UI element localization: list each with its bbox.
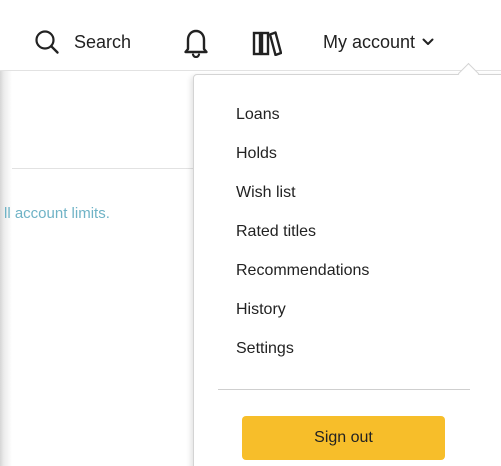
- sign-out-label: Sign out: [314, 429, 373, 446]
- sign-out-button[interactable]: Sign out: [242, 416, 445, 460]
- menu-item-loans[interactable]: Loans: [236, 106, 280, 124]
- menu-item-wish-list[interactable]: Wish list: [236, 184, 296, 202]
- menu-item-recommendations[interactable]: Recommendations: [236, 262, 369, 280]
- page: Search My account ll account limits. Loa: [0, 0, 501, 466]
- menu-divider: [218, 389, 470, 390]
- search-icon: [35, 30, 59, 54]
- books-icon: [252, 31, 283, 57]
- top-header: Search My account: [0, 0, 501, 71]
- notifications-button[interactable]: [183, 28, 209, 59]
- content-divider: [12, 168, 222, 169]
- chevron-down-icon: [422, 38, 434, 45]
- search-button[interactable]: Search: [34, 26, 131, 58]
- library-button[interactable]: [252, 30, 283, 57]
- menu-item-history[interactable]: History: [236, 301, 286, 319]
- search-label: Search: [74, 31, 132, 52]
- my-account-label: My account: [323, 31, 416, 52]
- bell-icon: [184, 29, 208, 59]
- menu-item-rated-titles[interactable]: Rated titles: [236, 223, 316, 241]
- my-account-button[interactable]: My account: [323, 26, 434, 58]
- menu-item-settings[interactable]: Settings: [236, 340, 294, 358]
- account-limits-link[interactable]: ll account limits.: [4, 205, 110, 222]
- menu-item-holds[interactable]: Holds: [236, 145, 277, 163]
